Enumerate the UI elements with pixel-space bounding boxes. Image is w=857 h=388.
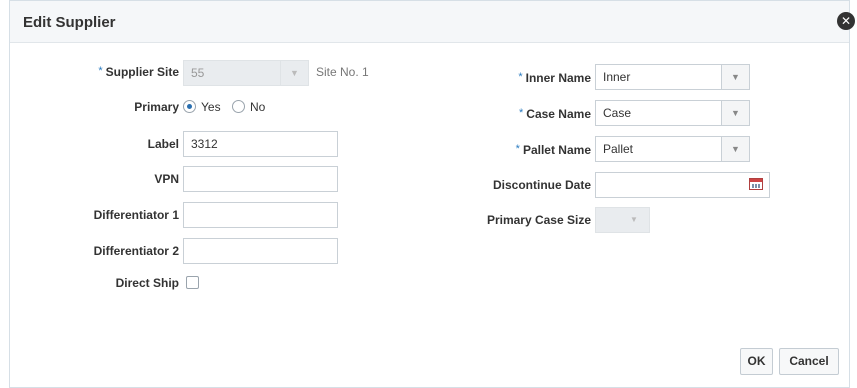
- inner-name-value: Inner: [595, 64, 722, 90]
- dialog-titlebar: Edit Supplier: [10, 1, 849, 43]
- differentiator-2-input[interactable]: [183, 238, 338, 264]
- edit-supplier-dialog: Edit Supplier * Supplier Site 55 ▼ Site N…: [9, 0, 850, 388]
- primary-label: Primary: [134, 100, 179, 114]
- close-icon[interactable]: ✕: [837, 12, 855, 30]
- label-field-label: Label: [147, 137, 179, 151]
- vpn-label: VPN: [154, 172, 179, 186]
- differentiator-1-label: Differentiator 1: [93, 208, 179, 222]
- differentiator-2-label: Differentiator 2: [93, 244, 179, 258]
- dialog-title: Edit Supplier: [23, 14, 116, 31]
- pallet-name-label-text: Pallet Name: [522, 143, 591, 157]
- primary-yes-label: Yes: [201, 100, 221, 114]
- supplier-site-select[interactable]: 55 ▼: [183, 60, 309, 86]
- pallet-name-value: Pallet: [595, 136, 722, 162]
- primary-no-radio[interactable]: [232, 100, 245, 113]
- primary-no-label: No: [250, 100, 266, 114]
- calendar-icon[interactable]: [749, 178, 763, 190]
- inner-name-select[interactable]: Inner ▼: [595, 64, 750, 90]
- required-marker: *: [98, 65, 103, 77]
- required-marker: *: [518, 71, 523, 83]
- case-name-select[interactable]: Case ▼: [595, 100, 750, 126]
- pallet-name-select[interactable]: Pallet ▼: [595, 136, 750, 162]
- cancel-button[interactable]: Cancel: [779, 348, 839, 375]
- chevron-down-icon[interactable]: ▼: [721, 136, 750, 162]
- discontinue-date-label: Discontinue Date: [492, 178, 591, 192]
- inner-name-label-text: Inner Name: [525, 71, 591, 85]
- pallet-name-label: * Pallet Name: [480, 143, 591, 157]
- primary-case-size-select[interactable]: ▼: [595, 207, 650, 233]
- discontinue-date-input[interactable]: [595, 172, 770, 198]
- chevron-down-icon[interactable]: ▼: [280, 60, 309, 86]
- vpn-input[interactable]: [183, 166, 338, 192]
- case-name-label: * Case Name: [480, 107, 591, 121]
- differentiator-1-input[interactable]: [183, 202, 338, 228]
- inner-name-label: * Inner Name: [480, 71, 591, 85]
- chevron-down-icon[interactable]: ▼: [721, 64, 750, 90]
- ok-button[interactable]: OK: [740, 348, 773, 375]
- supplier-site-value: 55: [183, 60, 281, 86]
- primary-case-size-value: [595, 207, 650, 233]
- primary-case-size-label: Primary Case Size: [486, 213, 591, 227]
- chevron-down-icon[interactable]: ▼: [721, 100, 750, 126]
- site-number-text: Site No. 1: [316, 65, 369, 79]
- direct-ship-label: Direct Ship: [115, 276, 179, 290]
- direct-ship-checkbox[interactable]: [186, 276, 199, 289]
- supplier-site-label: * Supplier Site: [80, 65, 179, 79]
- case-name-value: Case: [595, 100, 722, 126]
- required-marker: *: [515, 143, 520, 155]
- label-input[interactable]: 3312: [183, 131, 338, 157]
- chevron-down-icon[interactable]: ▼: [630, 207, 638, 233]
- required-marker: *: [519, 107, 524, 119]
- supplier-site-label-text: Supplier Site: [105, 65, 179, 79]
- case-name-label-text: Case Name: [526, 107, 591, 121]
- primary-yes-radio[interactable]: [183, 100, 196, 113]
